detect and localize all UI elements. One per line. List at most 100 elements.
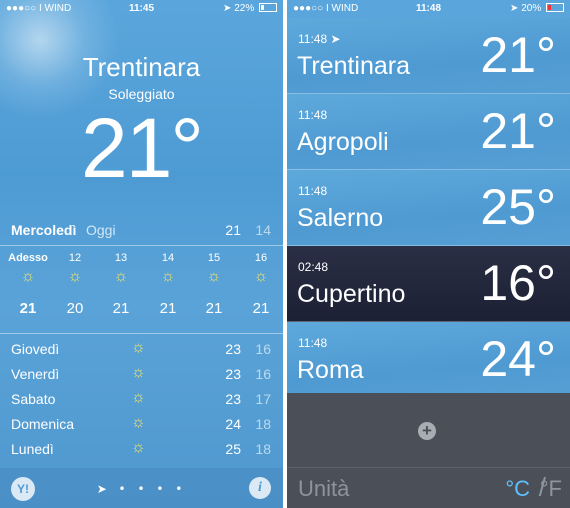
city-temp: 16° <box>480 255 556 311</box>
hour-item: 13 ☼ 21 <box>101 252 141 317</box>
city-time: 11:48 <box>298 108 328 122</box>
battery-indicator: ➤ 22% <box>223 3 277 14</box>
divider <box>0 333 283 334</box>
day-high: 23 <box>225 366 241 382</box>
units-label: Unità <box>298 476 350 501</box>
city-card-roma[interactable]: 11:48 Roma 24° <box>287 322 570 398</box>
list-item: Venerdì ☼ 23 16 <box>0 363 283 388</box>
day-low: 18 <box>255 441 271 457</box>
day-name: Giovedì <box>11 341 60 357</box>
day-low: 17 <box>255 391 271 407</box>
sun-icon: ☼ <box>131 414 146 431</box>
weather-detail-screen: ●●●○○ I WIND 11:45 ➤ 22% Trentinara Sole… <box>0 0 283 508</box>
today-label: Oggi <box>86 222 116 238</box>
today-high: 21 <box>225 222 241 238</box>
celsius-toggle[interactable]: °C <box>505 476 530 502</box>
day-name: Sabato <box>11 391 56 407</box>
status-bar: ●●●○○ I WIND 11:45 ➤ 22% <box>0 0 283 18</box>
day-high: 23 <box>225 391 241 407</box>
day-high: 23 <box>225 341 241 357</box>
day-low: 16 <box>255 341 271 357</box>
city-temp: 25° <box>480 179 556 235</box>
list-item: Giovedì ☼ 23 16 <box>0 338 283 363</box>
city-name: Roma <box>297 356 364 384</box>
sun-icon: ☼ <box>113 268 129 285</box>
today-summary: Mercoledì Oggi 21 14 <box>0 220 283 244</box>
sun-icon: ☼ <box>20 268 36 285</box>
sun-icon: ☼ <box>160 268 176 285</box>
status-bar: ●●●○○ I WIND 11:48 ➤ 20% <box>287 0 570 18</box>
hour-temp: 20 <box>66 300 84 317</box>
sun-icon: ☼ <box>131 389 146 406</box>
city-time: 11:48 <box>298 184 328 198</box>
hour-temp: 21 <box>159 300 177 317</box>
sun-icon: ☼ <box>131 439 146 456</box>
hour-item: 12 ☼ 20 <box>55 252 95 317</box>
hour-label: Adesso <box>8 252 48 264</box>
city-time: 11:48 ➤ <box>298 32 341 46</box>
current-temperature: 21° <box>80 101 204 195</box>
day-name: Domenica <box>11 416 75 432</box>
add-city-button[interactable]: + <box>418 422 436 440</box>
city-name: Salerno <box>297 204 384 232</box>
hour-label: 14 <box>161 252 175 264</box>
list-item: Lunedì ☼ 25 18 <box>0 438 283 463</box>
sun-icon: ☼ <box>253 268 269 285</box>
hour-item: Adesso ☼ 21 <box>8 252 48 317</box>
city-list-screen: ●●●○○ I WIND 11:48 ➤ 20% 11:48 ➤ Trentin… <box>287 0 570 508</box>
city-name: Agropoli <box>297 128 389 156</box>
city-temp: 21° <box>480 103 556 159</box>
hour-temp: 21 <box>112 300 130 317</box>
city-name: Trentinara <box>297 52 411 80</box>
city-time: 11:48 <box>298 336 328 350</box>
day-name: Lunedì <box>11 441 54 457</box>
battery-percent: 20% <box>521 3 542 14</box>
hour-item: 15 ☼ 21 <box>194 252 234 317</box>
location-arrow-icon: ➤ <box>330 32 341 46</box>
list-item: Sabato ☼ 23 17 <box>0 388 283 413</box>
sun-icon: ☼ <box>67 268 83 285</box>
list-item: Domenica ☼ 24 18 <box>0 413 283 438</box>
info-button[interactable]: i <box>249 477 271 499</box>
city-card-cupertino[interactable]: 02:48 Cupertino 16° <box>287 246 570 322</box>
hour-temp: 21 <box>19 300 37 317</box>
day-low: 18 <box>255 416 271 432</box>
page-indicator[interactable]: ➤ • • • • <box>0 482 283 496</box>
battery-icon <box>259 3 277 12</box>
battery-percent: 22% <box>234 3 255 14</box>
day-high: 24 <box>225 416 241 432</box>
hour-label: 12 <box>68 252 82 264</box>
today-low: 14 <box>255 222 271 238</box>
hour-label: 15 <box>207 252 221 264</box>
city-card-agropoli[interactable]: 11:48 Agropoli 21° <box>287 94 570 170</box>
hour-item: 16 ☼ 21 <box>241 252 281 317</box>
city-name: Trentinara <box>82 52 201 82</box>
location-arrow-icon: ➤ <box>510 3 519 14</box>
city-card-trentinara[interactable]: 11:48 ➤ Trentinara 21° <box>287 18 570 94</box>
city-list: 11:48 ➤ Trentinara 21° 11:48 Agropoli 21… <box>287 18 570 398</box>
city-temp: 24° <box>480 331 556 387</box>
hour-temp: 21 <box>205 300 223 317</box>
daily-forecast: Giovedì ☼ 23 16 Venerdì ☼ 23 16 Sabato ☼… <box>0 338 283 463</box>
battery-icon <box>546 3 564 12</box>
today-day: Mercoledì <box>11 222 77 238</box>
day-name: Venerdì <box>11 366 60 382</box>
hour-temp: 21 <box>252 300 270 317</box>
battery-indicator: ➤ 20% <box>510 3 564 14</box>
divider <box>0 245 283 246</box>
city-temp: 21° <box>480 27 556 83</box>
bottom-toolbar: Y! ➤ • • • • i <box>0 468 283 508</box>
hour-label: 13 <box>114 252 128 264</box>
location-arrow-icon: ➤ <box>223 3 232 14</box>
city-card-salerno[interactable]: 11:48 Salerno 25° <box>287 170 570 246</box>
fahrenheit-toggle[interactable]: °F <box>540 476 562 502</box>
day-low: 16 <box>255 366 271 382</box>
hour-label: 16 <box>254 252 268 264</box>
day-high: 25 <box>225 441 241 457</box>
sun-icon: ☼ <box>131 364 146 381</box>
sun-icon: ☼ <box>206 268 222 285</box>
city-name: Cupertino <box>297 280 406 308</box>
hour-item: 14 ☼ 21 <box>148 252 188 317</box>
hourly-forecast[interactable]: Adesso ☼ 21 12 ☼ 20 13 ☼ 21 14 ☼ 21 15 ☼… <box>0 252 283 332</box>
units-bar: Unità °C / °F <box>287 467 570 508</box>
